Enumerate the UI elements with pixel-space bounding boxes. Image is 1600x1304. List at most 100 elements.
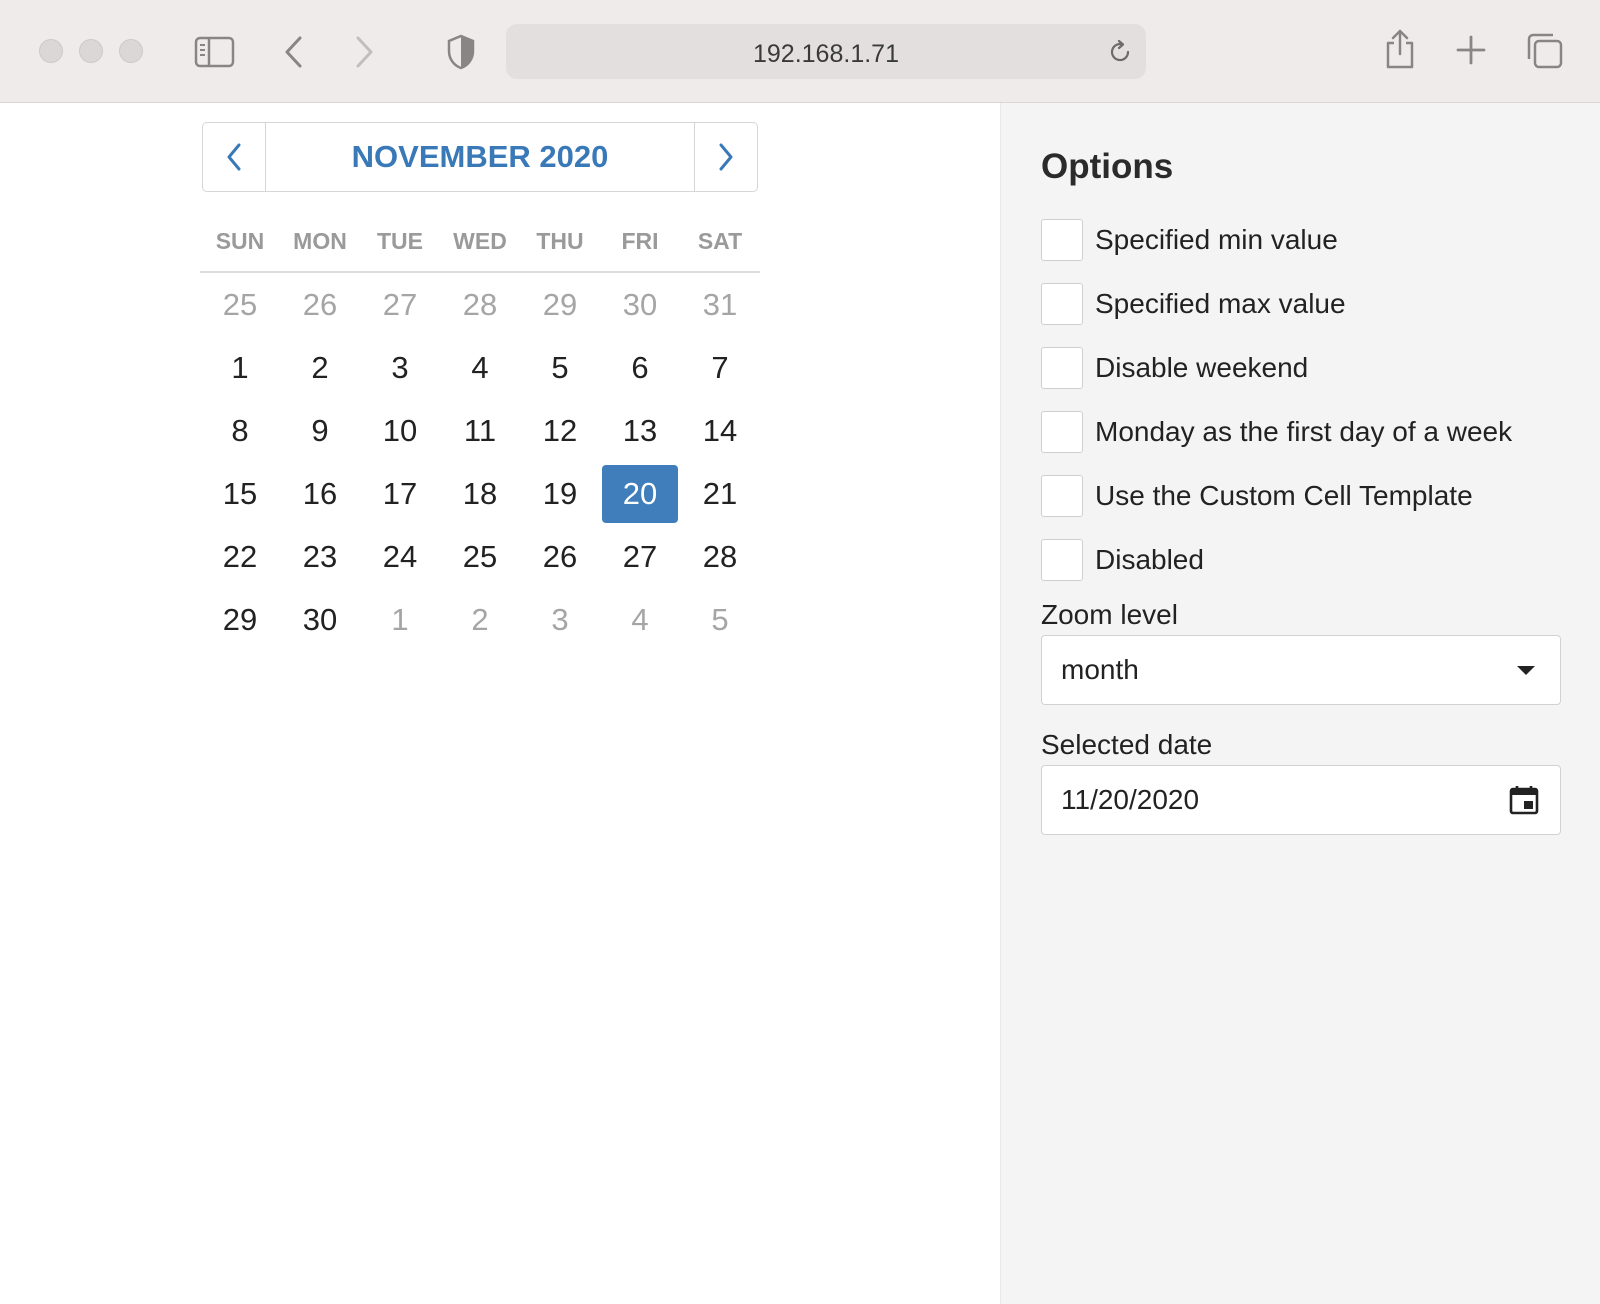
calendar-day-grid: 25 26 27 28 29 30 31 1 2 3 4 5 6 7 8 9 10 11 12 13 14 15 16 17 1… <box>200 273 760 651</box>
page-content: NOVEMBER 2020 SUN MON TUE WED THU FRI SAT 25 26… <box>0 103 1600 1304</box>
option-label[interactable]: Specified max value <box>1095 288 1346 320</box>
calendar-day[interactable]: 25 <box>442 528 518 586</box>
shield-icon[interactable] <box>446 33 476 71</box>
close-window-button[interactable] <box>39 39 63 63</box>
calendar-day[interactable]: 14 <box>682 402 758 460</box>
calendar-day[interactable]: 5 <box>522 339 598 397</box>
calendar-header: NOVEMBER 2020 <box>202 122 758 192</box>
calendar-day[interactable]: 25 <box>202 276 278 334</box>
calendar-day[interactable]: 2 <box>442 591 518 649</box>
calendar-day[interactable]: 2 <box>282 339 358 397</box>
calendar-day[interactable]: 27 <box>602 528 678 586</box>
calendar-week-row: 1234567 <box>200 336 760 399</box>
options-title: Options <box>1041 147 1174 186</box>
reload-icon[interactable] <box>1106 38 1134 66</box>
share-icon[interactable] <box>1384 28 1416 70</box>
calendar-title[interactable]: NOVEMBER 2020 <box>265 123 695 191</box>
calendar-day[interactable]: 5 <box>682 591 758 649</box>
calendar-day[interactable]: 13 <box>602 402 678 460</box>
selected-date-value: 11/20/2020 <box>1061 784 1200 815</box>
calendar-day[interactable]: 29 <box>522 276 598 334</box>
calendar-day[interactable]: 7 <box>682 339 758 397</box>
option-item: Use the Custom Cell Template <box>1041 464 1581 528</box>
chevron-right-icon <box>719 143 733 171</box>
new-tab-icon[interactable] <box>1455 34 1487 66</box>
calendar-day[interactable]: 19 <box>522 465 598 523</box>
option-checkbox[interactable] <box>1041 411 1083 453</box>
options-list: Specified min value Specified max value Di… <box>1041 208 1581 592</box>
previous-month-button[interactable] <box>203 123 266 191</box>
option-checkbox[interactable] <box>1041 347 1083 389</box>
calendar-day[interactable]: 26 <box>522 528 598 586</box>
address-text: 192.168.1.71 <box>753 40 899 68</box>
option-item: Disable weekend <box>1041 336 1581 400</box>
calendar-day[interactable]: 28 <box>442 276 518 334</box>
calendar-day[interactable]: 3 <box>522 591 598 649</box>
calendar-day[interactable]: 24 <box>362 528 438 586</box>
calendar-day[interactable]: 21 <box>682 465 758 523</box>
calendar-day[interactable]: 17 <box>362 465 438 523</box>
calendar-week-row: 8 9 10 11 12 13 14 <box>200 399 760 462</box>
option-checkbox[interactable] <box>1041 219 1083 261</box>
weekday-header: TUE <box>377 228 423 254</box>
calendar-day[interactable]: 31 <box>682 276 758 334</box>
calendar-day[interactable]: 16 <box>282 465 358 523</box>
option-checkbox[interactable] <box>1041 539 1083 581</box>
calendar-day[interactable]: 10 <box>362 402 438 460</box>
calendar-day[interactable]: 8 <box>202 402 278 460</box>
zoom-window-button[interactable] <box>119 39 143 63</box>
calendar-day[interactable]: 30 <box>282 591 358 649</box>
calendar-day[interactable]: 4 <box>442 339 518 397</box>
selected-date-input[interactable]: 11/20/2020 <box>1041 765 1561 835</box>
option-checkbox[interactable] <box>1041 283 1083 325</box>
weekday-header: MON <box>293 228 347 254</box>
calendar-day[interactable]: 26 <box>282 276 358 334</box>
tab-overview-icon[interactable] <box>1526 32 1564 70</box>
zoom-level-value: month <box>1061 654 1139 685</box>
caret-down-icon <box>1517 666 1535 675</box>
calendar-weekday-row: SUN MON TUE WED THU FRI SAT <box>200 223 760 273</box>
calendar-day[interactable]: 30 <box>602 276 678 334</box>
calendar-day[interactable]: 9 <box>282 402 358 460</box>
weekday-header: SUN <box>215 228 265 254</box>
calendar-day[interactable]: 23 <box>282 528 358 586</box>
calendar-day[interactable]: 1 <box>202 339 278 397</box>
forward-icon[interactable] <box>352 34 376 70</box>
sidebar-toggle-icon[interactable] <box>194 35 236 69</box>
calendar-day[interactable]: 22 <box>202 528 278 586</box>
calendar-day[interactable]: 29 <box>202 591 278 649</box>
calendar-day[interactable]: 6 <box>602 339 678 397</box>
calendar-day[interactable]: 27 <box>362 276 438 334</box>
option-label[interactable]: Monday as the first day of a week <box>1095 416 1512 448</box>
option-checkbox[interactable] <box>1041 475 1083 517</box>
calendar-day[interactable]: 28 <box>682 528 758 586</box>
calendar-day[interactable]: 12 <box>522 402 598 460</box>
calendar-day[interactable]: 4 <box>602 591 678 649</box>
calendar-day[interactable]: 15 <box>202 465 278 523</box>
calendar-week-row: 15 16 17 18 19 20 21 <box>200 462 760 525</box>
address-bar[interactable]: 192.168.1.71 <box>506 24 1146 79</box>
browser-window: 192.168.1.71 NOVEMBER 2020 SUN MON TUE W… <box>0 0 1600 1304</box>
calendar-icon[interactable] <box>1508 784 1540 816</box>
calendar-day-selected[interactable]: 20 <box>602 464 678 523</box>
option-item: Disabled <box>1041 528 1581 592</box>
calendar-day[interactable]: 18 <box>442 465 518 523</box>
minimize-window-button[interactable] <box>79 39 103 63</box>
chevron-left-icon <box>227 143 241 171</box>
weekday-header: WED <box>453 228 507 254</box>
option-label[interactable]: Disable weekend <box>1095 352 1308 384</box>
calendar-week-row: 22 23 24 25 26 27 28 <box>200 525 760 588</box>
next-month-button[interactable] <box>694 123 757 191</box>
back-icon[interactable] <box>282 34 306 70</box>
calendar-day[interactable]: 11 <box>442 402 518 460</box>
weekday-header: SAT <box>697 228 743 254</box>
weekday-header: THU <box>536 228 584 254</box>
option-label[interactable]: Disabled <box>1095 544 1204 576</box>
calendar-day[interactable]: 3 <box>362 339 438 397</box>
selected-date-label: Selected date <box>1041 729 1213 760</box>
option-label[interactable]: Use the Custom Cell Template <box>1095 480 1473 512</box>
zoom-level-select[interactable]: month <box>1041 635 1561 705</box>
option-label[interactable]: Specified min value <box>1095 224 1338 256</box>
calendar-day[interactable]: 1 <box>362 591 438 649</box>
weekday-header: FRI <box>621 228 659 254</box>
